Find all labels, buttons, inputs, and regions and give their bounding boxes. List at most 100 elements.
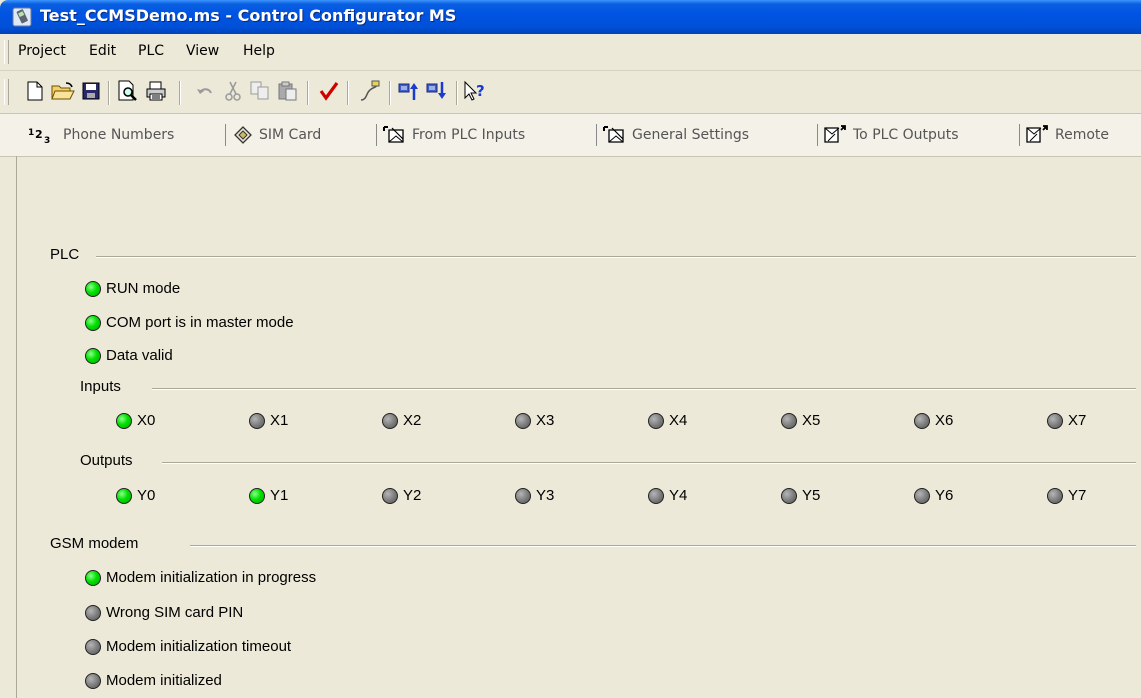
tab-sim-card[interactable]: SIM Card — [234, 114, 321, 156]
toolbar-separator — [456, 81, 458, 105]
input-x1: X1 — [249, 412, 288, 429]
toolbar-separator — [307, 81, 309, 105]
led-indicator — [85, 604, 101, 621]
status-label: Modem initialization in progress — [106, 569, 317, 586]
input-label: X4 — [669, 412, 688, 429]
input-x2: X2 — [382, 412, 421, 429]
led-indicator — [781, 487, 797, 504]
cut-icon[interactable] — [220, 78, 246, 104]
tab-label: To PLC Outputs — [853, 127, 959, 143]
status-wrong-sim-pin: Wrong SIM card PIN — [85, 604, 243, 621]
svg-text:1: 1 — [28, 128, 34, 138]
connect-icon[interactable] — [356, 78, 382, 104]
led-indicator — [85, 672, 101, 689]
toolbar-separator — [347, 81, 349, 105]
status-modem-init-progress: Modem initialization in progress — [85, 569, 316, 586]
tab-label: Phone Numbers — [63, 127, 175, 143]
output-y2: Y2 — [382, 487, 421, 504]
output-label: Y2 — [403, 487, 422, 504]
download-icon[interactable] — [425, 78, 451, 104]
status-label: RUN mode — [106, 280, 181, 297]
check-icon[interactable] — [316, 78, 342, 104]
phone-app-icon — [12, 7, 32, 27]
sim-card-icon — [234, 126, 252, 144]
output-label: Y3 — [536, 487, 555, 504]
input-label: X2 — [403, 412, 422, 429]
led-indicator — [85, 638, 101, 655]
output-label: Y0 — [137, 487, 156, 504]
inputs-group-line — [152, 388, 1136, 390]
svg-text:2: 2 — [35, 128, 43, 141]
led-indicator — [648, 487, 664, 504]
output-y6: Y6 — [914, 487, 953, 504]
led-indicator — [1047, 412, 1063, 429]
tab-general-settings[interactable]: General Settings — [603, 114, 749, 156]
new-file-icon[interactable] — [22, 78, 48, 104]
led-indicator — [914, 487, 930, 504]
print-icon[interactable] — [143, 78, 169, 104]
title-bar[interactable]: Test_CCMSDemo.ms - Control Configurator … — [0, 0, 1141, 34]
toolbar-grip[interactable] — [4, 79, 9, 105]
output-y7: Y7 — [1047, 487, 1086, 504]
tab-phone-numbers[interactable]: 123 Phone Numbers — [28, 114, 174, 156]
led-indicator — [85, 569, 101, 586]
output-label: Y4 — [669, 487, 688, 504]
remote-envelope-icon — [1026, 125, 1048, 145]
input-label: X1 — [270, 412, 289, 429]
input-x7: X7 — [1047, 412, 1086, 429]
led-indicator — [382, 412, 398, 429]
plc-group-label: PLC — [50, 246, 86, 263]
settings-envelope-icon — [603, 125, 625, 145]
led-indicator — [1047, 487, 1063, 504]
menu-plc[interactable]: PLC — [138, 43, 164, 59]
menu-view[interactable]: View — [186, 43, 219, 59]
led-indicator — [85, 314, 101, 331]
gsm-group-line — [190, 545, 1136, 547]
menu-project[interactable]: Project — [18, 43, 66, 59]
numbers-icon: 123 — [28, 126, 56, 144]
tab-to-plc-outputs[interactable]: To PLC Outputs — [824, 114, 959, 156]
tab-separator — [1019, 124, 1020, 146]
status-label: Modem initialized — [106, 672, 222, 689]
input-label: X3 — [536, 412, 555, 429]
input-x3: X3 — [515, 412, 554, 429]
tab-bar: 123 Phone Numbers SIM Card From PLC Inpu… — [0, 114, 1141, 157]
led-indicator — [116, 487, 132, 504]
status-label: Wrong SIM card PIN — [106, 604, 244, 621]
menubar-grip[interactable] — [4, 40, 9, 64]
status-data-valid: Data valid — [85, 347, 173, 364]
upload-icon[interactable] — [397, 78, 423, 104]
menu-help[interactable]: Help — [243, 43, 275, 59]
status-run-mode: RUN mode — [85, 280, 180, 297]
save-icon[interactable] — [78, 78, 104, 104]
input-x5: X5 — [781, 412, 820, 429]
context-help-icon[interactable]: ? — [462, 78, 488, 104]
output-y4: Y4 — [648, 487, 687, 504]
menu-edit[interactable]: Edit — [89, 43, 116, 59]
outputs-group-label: Outputs — [80, 452, 139, 469]
copy-icon[interactable] — [247, 78, 273, 104]
tab-separator — [596, 124, 597, 146]
paste-icon[interactable] — [275, 78, 301, 104]
tab-from-plc-inputs[interactable]: From PLC Inputs — [383, 114, 525, 156]
led-indicator — [648, 412, 664, 429]
open-folder-icon[interactable] — [50, 78, 76, 104]
undo-icon[interactable] — [192, 78, 218, 104]
toolbar-separator — [108, 81, 110, 105]
print-preview-icon[interactable] — [115, 78, 141, 104]
inputs-group-label: Inputs — [80, 378, 127, 395]
tab-remote[interactable]: Remote — [1026, 114, 1109, 156]
status-label: Data valid — [106, 347, 173, 364]
output-y3: Y3 — [515, 487, 554, 504]
tab-separator — [376, 124, 377, 146]
tab-separator — [817, 124, 818, 146]
output-label: Y1 — [270, 487, 289, 504]
status-label: COM port is in master mode — [106, 314, 294, 331]
tab-label: Remote — [1055, 127, 1110, 143]
input-label: X5 — [802, 412, 821, 429]
status-modem-initialized: Modem initialized — [85, 672, 222, 689]
led-indicator — [515, 412, 531, 429]
led-indicator — [85, 280, 101, 297]
toolbar-separator — [389, 81, 391, 105]
menu-bar: Project Edit PLC View Help — [0, 34, 1141, 71]
